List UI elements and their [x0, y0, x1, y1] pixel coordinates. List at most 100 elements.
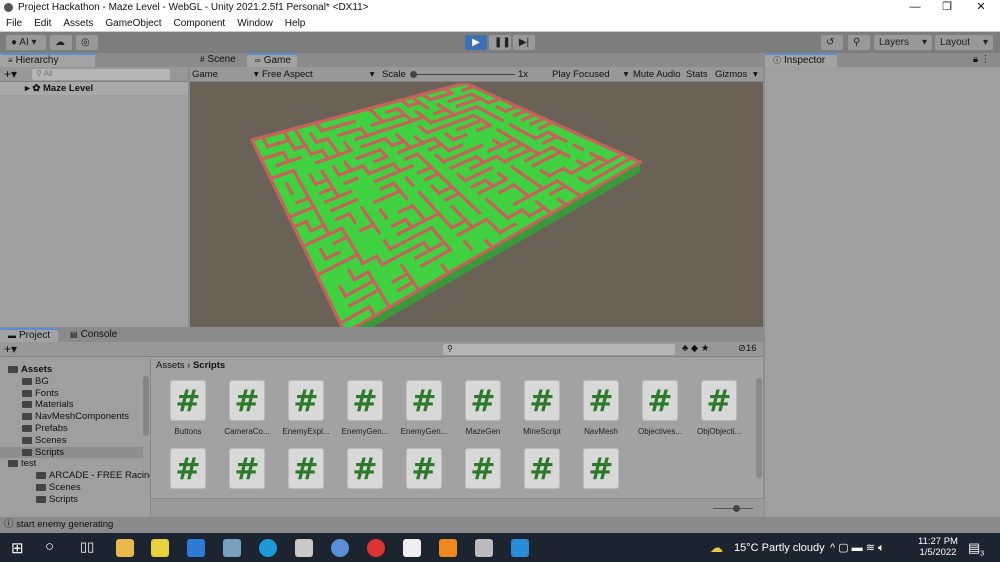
project-search-input[interactable]: ⚲ — [443, 344, 675, 355]
layout-dropdown[interactable]: Layout ▾ — [935, 35, 993, 50]
app-icon[interactable] — [475, 539, 493, 557]
tray-icons[interactable]: ^ ▢ ▬ ≋ 🔈︎ — [830, 541, 885, 555]
filter-icons[interactable]: ♣ ◆ ★ — [682, 343, 709, 354]
tab-inspector[interactable]: ⓘ Inspector — [765, 53, 837, 67]
task-view-icon[interactable]: ▯▯ — [80, 539, 94, 555]
asset-scrollbar[interactable] — [756, 378, 762, 478]
edge-icon[interactable] — [259, 539, 277, 557]
folder-item[interactable]: test — [0, 458, 143, 469]
vlc-icon[interactable] — [439, 539, 457, 557]
folder-item[interactable]: Scenes — [0, 435, 143, 446]
script-asset[interactable]: # — [458, 448, 508, 489]
script-asset[interactable]: # MineScript — [517, 380, 567, 436]
tab-console[interactable]: ▤ Console — [62, 328, 122, 342]
pause-button[interactable]: ❚❚ — [489, 35, 511, 50]
store-icon[interactable] — [295, 539, 313, 557]
maximize-button[interactable]: ❐ — [932, 0, 962, 15]
tab-project[interactable]: ▬ Project — [0, 328, 58, 342]
script-asset[interactable]: # EnemyGen... — [399, 380, 449, 436]
script-asset[interactable]: # Buttons — [163, 380, 213, 436]
hidden-packages-count[interactable]: ⊘16 — [738, 343, 757, 354]
display-dropdown[interactable]: Game ▾ — [192, 69, 259, 80]
windows-start-icon[interactable]: ⊞ — [11, 539, 24, 557]
script-asset[interactable]: # EnemyGen... — [340, 380, 390, 436]
menu-window[interactable]: Window — [231, 15, 279, 31]
script-asset[interactable]: # — [517, 448, 567, 489]
gizmos-dropdown-icon[interactable]: ▾ — [753, 69, 758, 80]
script-asset[interactable]: # MazeGen — [458, 380, 508, 436]
folder-item[interactable]: Fonts — [0, 388, 143, 399]
script-asset[interactable]: # — [222, 448, 272, 489]
menu-edit[interactable]: Edit — [28, 15, 57, 31]
app-icon[interactable] — [151, 539, 169, 557]
hierarchy-item-maze-level[interactable]: ▸ ✿ Maze Level — [0, 82, 188, 95]
game-viewport[interactable] — [190, 83, 763, 327]
layers-dropdown[interactable]: Layers ▾ — [874, 35, 932, 50]
search-icon[interactable]: ○ — [45, 538, 54, 555]
cloud-icon[interactable]: ☁ — [50, 35, 72, 50]
lock-icon[interactable]: 🔒︎ ⋮ — [973, 54, 990, 65]
menu-assets[interactable]: Assets — [57, 15, 99, 31]
menu-file[interactable]: File — [0, 15, 28, 31]
history-icon[interactable]: ↺ — [821, 35, 843, 50]
mail-icon[interactable] — [187, 539, 205, 557]
play-mode-dropdown[interactable]: Play Focused ▾ — [552, 69, 628, 80]
weather[interactable]: 15°C Partly cloudy — [734, 542, 825, 554]
add-button[interactable]: +▾ — [4, 67, 17, 81]
script-asset[interactable]: # — [576, 448, 626, 489]
icon-size-slider[interactable] — [713, 505, 753, 512]
script-asset[interactable]: # NavMesh — [576, 380, 626, 436]
clock[interactable]: 11:27 PM 1/5/2022 — [918, 536, 958, 558]
step-button[interactable]: ▶| — [513, 35, 535, 50]
script-asset[interactable]: # EnemyExpl... — [281, 380, 331, 436]
folder-item[interactable]: Scenes — [0, 482, 143, 493]
breadcrumb-assets[interactable]: Assets — [156, 360, 185, 371]
search-icon[interactable]: ⚲ — [848, 35, 870, 50]
folder-item[interactable]: ARCADE - FREE Racing — [0, 470, 150, 481]
scale-slider[interactable] — [410, 71, 515, 78]
close-button[interactable]: ✕ — [966, 0, 996, 15]
asset-name: ObjObjecti... — [696, 427, 741, 436]
script-asset[interactable]: # — [399, 448, 449, 489]
tab-game[interactable]: ∞ Game — [247, 53, 297, 67]
folder-item[interactable]: Prefabs — [0, 423, 143, 434]
minimize-button[interactable]: — — [900, 0, 930, 15]
hierarchy-search-input[interactable]: ⚲ All — [32, 69, 170, 80]
folder-item[interactable]: NavMeshComponents — [0, 411, 143, 422]
weather-icon[interactable]: ☁ — [710, 540, 723, 556]
script-asset[interactable]: # — [163, 448, 213, 489]
account-dropdown[interactable]: ● AI ▾ — [6, 35, 46, 50]
script-asset[interactable]: # Objectives... — [635, 380, 685, 436]
script-asset[interactable]: # — [340, 448, 390, 489]
vscode-icon[interactable] — [511, 539, 529, 557]
play-button[interactable]: ▶ — [465, 35, 487, 50]
aspect-dropdown[interactable]: Free Aspect ▾ — [262, 69, 374, 80]
unity-icon[interactable] — [403, 539, 421, 557]
collab-icon[interactable]: ◎ — [76, 35, 98, 50]
status-bar[interactable]: ⓘ start enemy generating — [0, 517, 1000, 533]
file-explorer-icon[interactable] — [116, 539, 134, 557]
script-asset[interactable]: # CameraCo... — [222, 380, 272, 436]
folder-item[interactable]: Scripts — [0, 494, 143, 505]
folder-item[interactable]: Assets — [0, 364, 143, 375]
folder-item[interactable]: Materials — [0, 399, 143, 410]
app-icon[interactable] — [223, 539, 241, 557]
menu-component[interactable]: Component — [168, 15, 232, 31]
script-asset[interactable]: # ObjObjecti... — [694, 380, 744, 436]
menu-gameobject[interactable]: GameObject — [99, 15, 167, 31]
chrome-icon[interactable] — [367, 539, 385, 557]
script-asset[interactable]: # — [281, 448, 331, 489]
create-button[interactable]: +▾ — [4, 342, 17, 356]
stats-button[interactable]: Stats — [686, 69, 708, 80]
gizmos-button[interactable]: Gizmos — [715, 69, 747, 80]
app-icon[interactable] — [331, 539, 349, 557]
mute-audio-button[interactable]: Mute Audio — [633, 69, 681, 80]
menu-help[interactable]: Help — [279, 15, 312, 31]
folder-item[interactable]: Scripts — [0, 446, 143, 458]
tab-hierarchy[interactable]: ≡ Hierarchy — [0, 53, 95, 67]
folder-item[interactable]: BG — [0, 376, 143, 387]
breadcrumb-scripts[interactable]: Scripts — [193, 360, 225, 371]
tree-scrollbar[interactable] — [143, 376, 149, 436]
tab-scene[interactable]: # Scene — [192, 53, 246, 67]
notifications-icon[interactable]: ▤3 — [968, 540, 984, 558]
